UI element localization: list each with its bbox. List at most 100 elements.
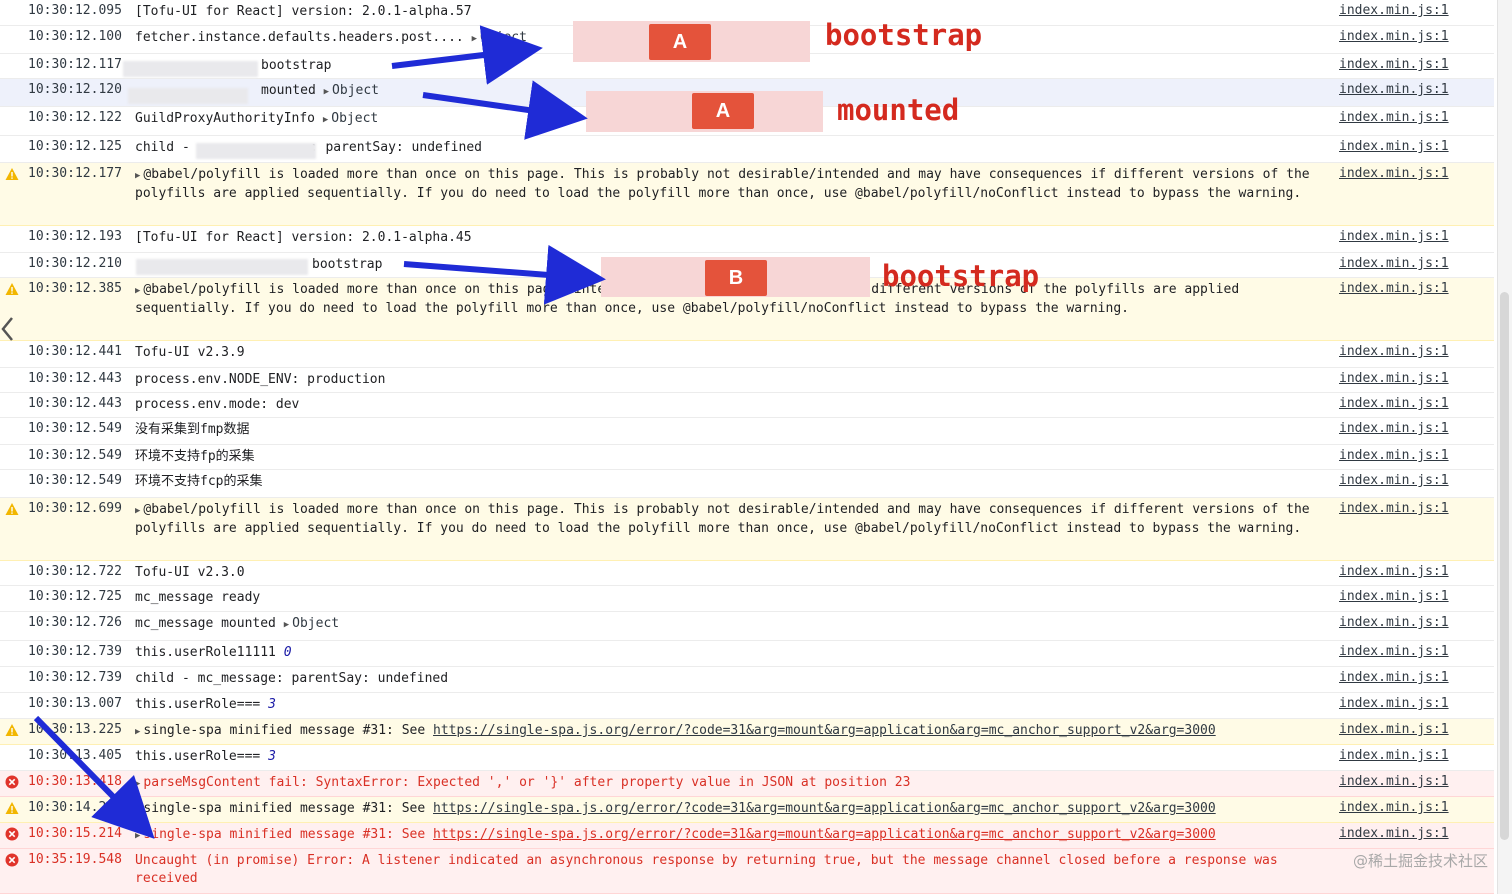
annotation-badge-b: B [705,260,767,296]
timestamp: 10:30:12.739 [28,670,122,685]
log-text: @babel/polyfill is loaded more than once… [143,282,567,297]
console-row[interactable]: 10:30:12.739 this.userRole11111 0 index.mi… [0,641,1494,667]
redacted-text [123,61,258,77]
log-text: 环境不支持fcp的采集 [135,474,263,489]
source-link[interactable]: index.min.js:1 [1339,696,1449,711]
timestamp: 10:30:13.418 [28,774,122,789]
expand-triangle-icon[interactable]: ▶ [135,805,140,815]
console-row[interactable]: 10:30:14.23 ▶ single-spa minified message … [0,797,1494,823]
console-row[interactable]: 10:30:12.443 process.env.NODE_ENV: produc… [0,368,1494,393]
console-row[interactable]: 10:30:12.549 环境不支持fcp的采集 index.min.js:1 [0,470,1494,498]
source-link[interactable]: index.min.js:1 [1339,344,1449,359]
source-link[interactable]: index.min.js:1 [1339,670,1449,685]
source-link[interactable]: index.min.js:1 [1339,774,1449,789]
source-link[interactable]: index.min.js:1 [1339,29,1449,44]
source-link[interactable]: index.min.js:1 [1339,615,1449,630]
source-link[interactable]: index.min.js:1 [1339,166,1449,181]
source-link[interactable]: index.min.js:1 [1339,82,1449,97]
source-link[interactable]: index.min.js:1 [1339,501,1449,516]
log-text: GuildProxyAuthorityInfo [135,111,316,126]
error-link[interactable]: https://single-spa.js.org/error/?code=31… [433,723,1216,738]
source-link[interactable]: index.min.js:1 [1339,448,1449,463]
console-row[interactable]: 10:30:12.722 Tofu-UI v2.3.0 index.min.js:1 [0,561,1494,586]
source-link[interactable]: index.min.js:1 [1339,748,1449,763]
chevron-left-icon[interactable] [0,314,16,344]
console-row[interactable]: 10:30:12.177 ▶ @babel/polyfill is loaded m… [0,163,1494,226]
log-text: mc_message ready [135,590,261,605]
expand-triangle-icon[interactable]: ▶ [135,506,140,516]
console-row[interactable]: 10:30:12.443 process.env.mode: dev index.m… [0,393,1494,418]
console-row[interactable]: 10:30:12.739 child - mc_message: parentSa… [0,667,1494,693]
object-toggle[interactable]: ▶ Object [324,83,379,98]
console-row[interactable]: 10:30:15.214 ▶ single-spa minified message… [0,823,1494,849]
console-row[interactable]: 10:30:13.007 this.userRole=== 3 index.min.… [0,693,1494,719]
console-row[interactable]: 10:30:12.549 没有采集到fmp数据 index.min.js:1 [0,418,1494,445]
console-row[interactable]: 10:30:12.725 mc_message ready index.min.js… [0,586,1494,612]
source-link[interactable]: index.min.js:1 [1339,139,1449,154]
log-text: mounted [261,83,316,98]
expand-triangle-icon[interactable]: ▶ [135,727,140,737]
expand-triangle-icon[interactable]: ▶ [324,87,329,97]
source-link[interactable]: index.min.js:1 [1339,3,1449,18]
source-link[interactable]: index.min.js:1 [1339,826,1449,841]
expand-triangle-icon[interactable]: ▶ [472,34,477,44]
source-link[interactable]: index.min.js:1 [1339,800,1449,815]
timestamp: 10:30:13.405 [28,748,122,763]
log-text: Tofu-UI v2.3.9 [135,345,245,360]
console-row[interactable]: 10:30:12.699 ▶ @babel/polyfill is loaded m… [0,498,1494,561]
log-message: Tofu-UI v2.3.0 [135,564,1334,582]
log-message: [Tofu-UI for React] version: 2.0.1-alpha… [135,229,1334,247]
timestamp: 10:30:12.443 [28,371,122,386]
error-link[interactable]: https://single-spa.js.org/error/?code=31… [433,827,1216,842]
console-row[interactable]: 10:30:12.193 [Tofu-UI for React] version:… [0,226,1494,253]
source-link[interactable]: index.min.js:1 [1339,110,1449,125]
scrollbar-thumb[interactable] [1500,292,1509,840]
log-message: ▶ @babel/polyfill is loaded more than onc… [135,166,1334,203]
timestamp: 10:30:12.726 [28,615,122,630]
log-message: 没有采集到fmp数据 [135,421,1334,439]
redacted-text [196,143,316,159]
object-toggle[interactable]: ▶ Object [323,111,378,126]
console-row[interactable]: 10:35:19.548 Uncaught (in promise) Error:… [0,849,1494,894]
console-row[interactable]: 10:30:12.726 mc_message mounted ▶ Object in… [0,612,1494,641]
source-link[interactable]: index.min.js:1 [1339,57,1449,72]
console-row[interactable]: 10:30:12.549 环境不支持fp的采集 index.min.js:1 [0,445,1494,470]
expand-triangle-icon[interactable]: ▶ [135,286,140,296]
error-link[interactable]: https://single-spa.js.org/error/?code=31… [433,801,1216,816]
log-message: this.userRole11111 0 [135,644,1334,662]
expand-triangle-icon[interactable]: ▶ [135,171,140,181]
timestamp: 10:30:12.385 [28,281,122,296]
object-toggle[interactable]: ▶ Object [284,616,339,631]
console-row[interactable]: 10:30:12.441 Tofu-UI v2.3.9 index.min.js:1 [0,341,1494,368]
timestamp: 10:30:14.23 [28,800,115,815]
source-link[interactable]: index.min.js:1 [1339,256,1449,271]
source-link[interactable]: index.min.js:1 [1339,564,1449,579]
log-message: ▶ single-spa minified message #31: See ht… [135,826,1334,845]
log-text: Uncaught (in promise) Error: A listener … [135,853,1286,886]
object-toggle[interactable]: ▶ Object [472,30,527,45]
scrollbar[interactable] [1497,0,1512,894]
expand-triangle-icon[interactable]: ▶ [135,831,140,841]
source-link[interactable]: index.min.js:1 [1339,722,1449,737]
console-row[interactable]: 10:30:13.405 this.userRole=== 3 index.min.… [0,745,1494,771]
expand-triangle-icon[interactable]: ▶ [284,620,289,630]
source-link[interactable]: index.min.js:1 [1339,371,1449,386]
source-link[interactable]: index.min.js:1 [1339,644,1449,659]
source-link[interactable]: index.min.js:1 [1339,229,1449,244]
expand-triangle-icon[interactable]: ▶ [135,779,140,789]
source-link[interactable]: index.min.js:1 [1339,396,1449,411]
log-message: [Tofu-UI for React] version: 2.0.1-alpha… [135,3,1334,21]
timestamp: 10:30:12.100 [28,29,122,44]
log-text: single-spa minified message #31: See [143,723,426,738]
log-message: ▶ single-spa minified message #31: See ht… [135,800,1334,819]
console-row[interactable]: 10:30:13.418 ▶ parseMsgContent fail: Synta… [0,771,1494,797]
source-link[interactable]: index.min.js:1 [1339,473,1449,488]
source-link[interactable]: index.min.js:1 [1339,281,1449,296]
log-text: this.userRole11111 [135,645,276,660]
log-message: child - mc_message: parentSay: undefined [135,670,1334,688]
log-text: 环境不支持fp的采集 [135,449,255,464]
expand-triangle-icon[interactable]: ▶ [323,115,328,125]
source-link[interactable]: index.min.js:1 [1339,589,1449,604]
console-row[interactable]: 10:30:13.225 ▶ single-spa minified message… [0,719,1494,745]
source-link[interactable]: index.min.js:1 [1339,421,1449,436]
